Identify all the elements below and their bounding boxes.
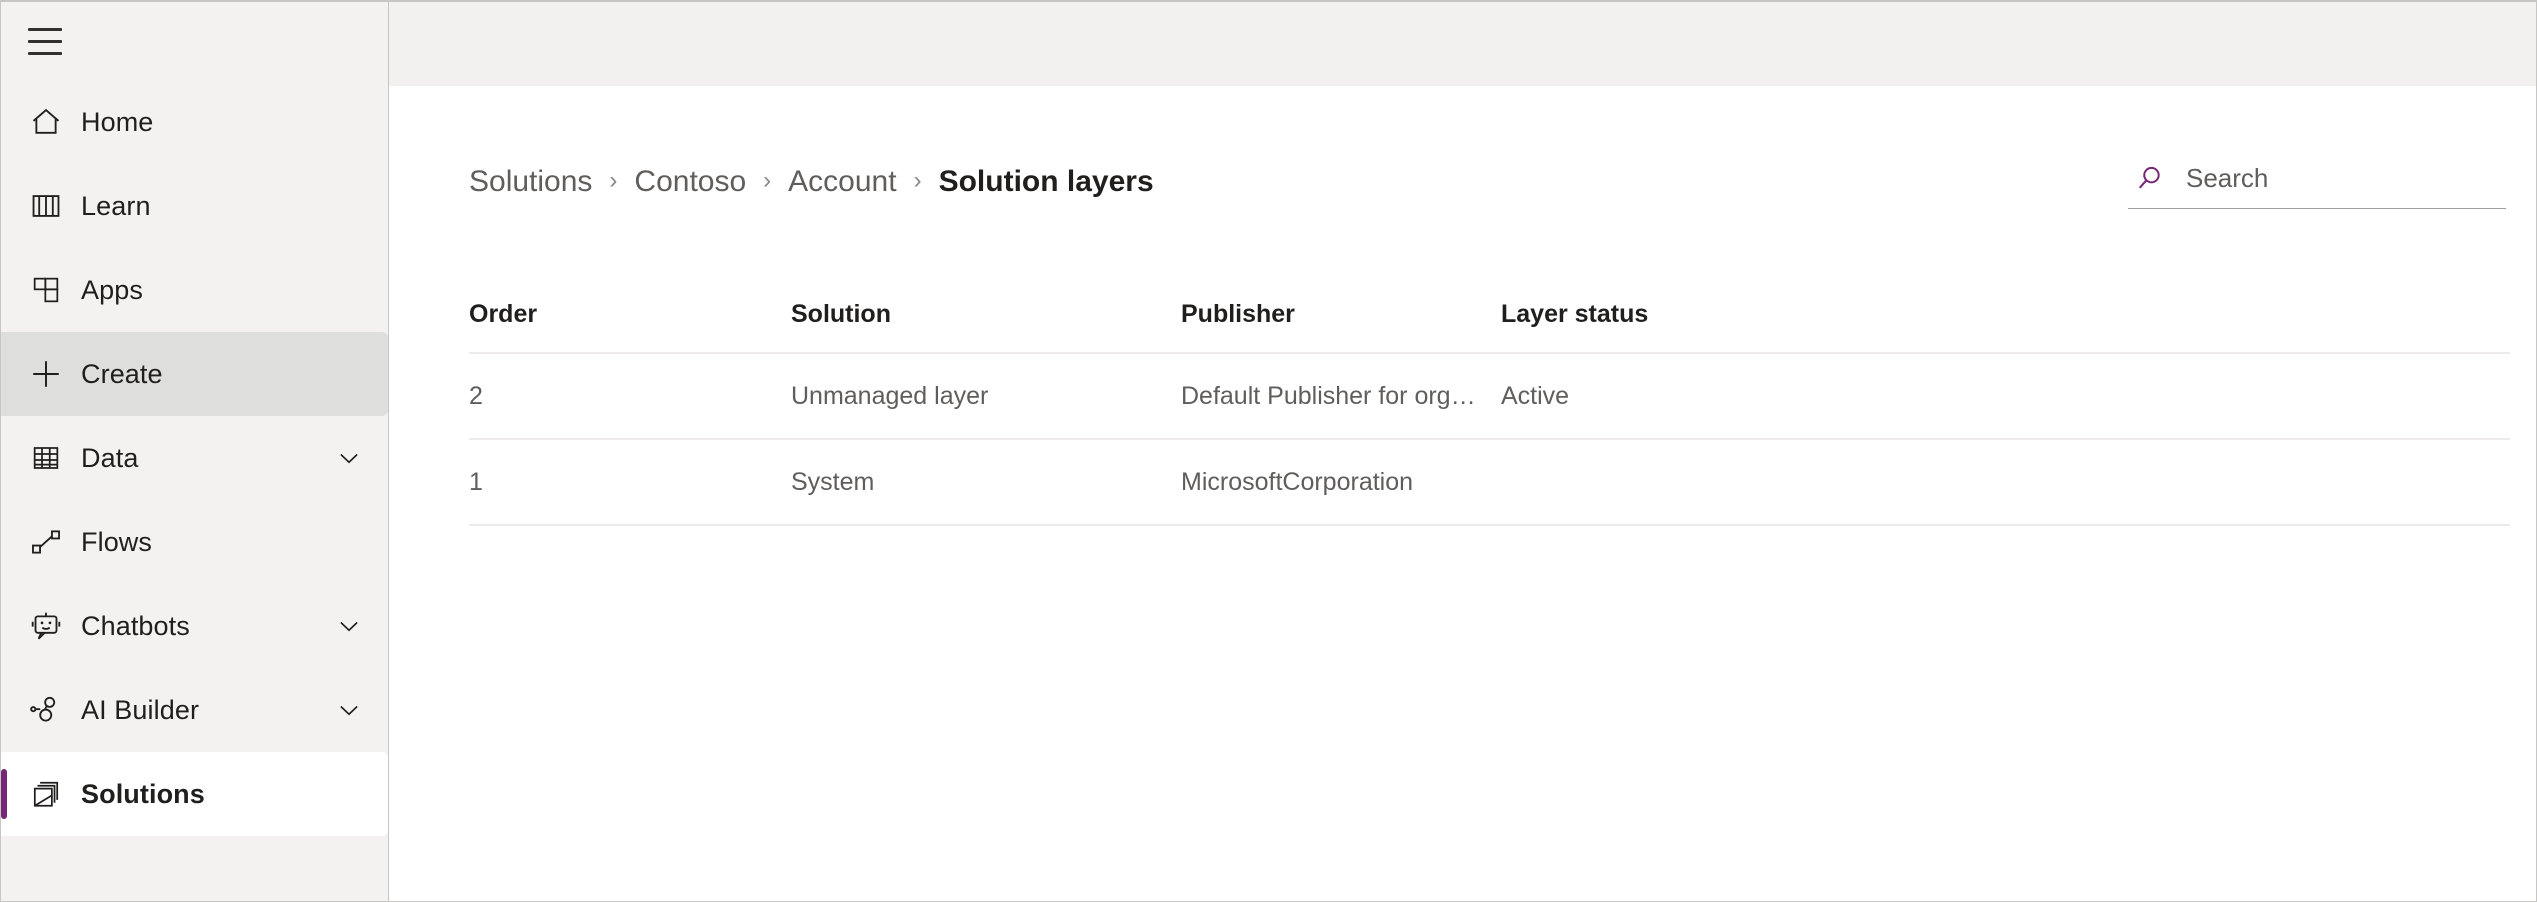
cell-publisher: MicrosoftCorporation (1181, 468, 1501, 497)
solution-layers-table: Order Solution Publisher Layer status 2 … (389, 276, 2536, 526)
column-header-solution[interactable]: Solution (791, 300, 1181, 329)
flow-icon (23, 525, 69, 559)
robot-icon (23, 609, 69, 643)
search-input[interactable] (2172, 159, 2506, 198)
table-row[interactable]: 2 Unmanaged layer Default Publisher for … (469, 354, 2510, 440)
nav-list: Home Learn (1, 80, 388, 836)
left-navigation-sidebar: Home Learn (1, 2, 389, 901)
book-icon (23, 189, 69, 223)
sidebar-item-chatbots[interactable]: Chatbots (1, 584, 388, 668)
cell-solution: System (791, 468, 1181, 497)
breadcrumb-item-solutions[interactable]: Solutions (469, 165, 592, 198)
sidebar-item-label: Home (81, 109, 153, 136)
sidebar-item-label: Data (81, 445, 138, 472)
command-row: Solutions › Contoso › Account › Solution… (389, 86, 2536, 276)
chevron-right-icon: › (914, 167, 922, 195)
app-header-bar (389, 2, 2536, 86)
sidebar-item-label: Flows (81, 529, 152, 556)
app-window: Home Learn (0, 0, 2537, 902)
solutions-icon (23, 778, 69, 810)
sidebar-item-create[interactable]: Create (1, 332, 388, 416)
search-box[interactable] (2128, 159, 2506, 209)
home-icon (23, 105, 69, 139)
cell-order: 1 (469, 468, 791, 497)
table-icon (23, 442, 69, 474)
column-header-order[interactable]: Order (469, 300, 791, 329)
chevron-down-icon[interactable] (334, 695, 364, 725)
chevron-down-icon[interactable] (334, 611, 364, 641)
cell-order: 2 (469, 382, 791, 411)
menu-icon[interactable] (19, 15, 71, 67)
breadcrumb-item-current: Solution layers (939, 165, 1154, 198)
sidebar-item-label: Apps (81, 277, 143, 304)
cell-solution: Unmanaged layer (791, 382, 1181, 411)
plus-icon (23, 356, 69, 392)
table-header-row: Order Solution Publisher Layer status (469, 276, 2510, 354)
menu-toggle-row (1, 2, 388, 80)
sidebar-item-label: Chatbots (81, 613, 190, 640)
chevron-right-icon: › (763, 167, 771, 195)
cell-layer-status: Active (1501, 382, 2510, 411)
chevron-right-icon: › (609, 167, 617, 195)
apps-grid-icon (23, 274, 69, 306)
sidebar-item-home[interactable]: Home (1, 80, 388, 164)
sidebar-item-flows[interactable]: Flows (1, 500, 388, 584)
sidebar-item-label: Create (81, 361, 163, 388)
sidebar-item-label: Learn (81, 193, 151, 220)
column-header-publisher[interactable]: Publisher (1181, 300, 1501, 329)
page-content: Solutions › Contoso › Account › Solution… (389, 86, 2536, 901)
ai-builder-icon (23, 693, 69, 727)
main-region: Solutions › Contoso › Account › Solution… (389, 2, 2536, 901)
sidebar-item-ai-builder[interactable]: AI Builder (1, 668, 388, 752)
breadcrumb-item-account[interactable]: Account (788, 165, 896, 198)
column-header-layer-status[interactable]: Layer status (1501, 300, 2510, 329)
sidebar-item-label: Solutions (81, 781, 205, 808)
sidebar-item-apps[interactable]: Apps (1, 248, 388, 332)
chevron-down-icon[interactable] (334, 443, 364, 473)
sidebar-item-data[interactable]: Data (1, 416, 388, 500)
breadcrumb-item-contoso[interactable]: Contoso (634, 165, 746, 198)
sidebar-item-solutions[interactable]: Solutions (1, 752, 388, 836)
breadcrumb: Solutions › Contoso › Account › Solution… (469, 165, 1154, 198)
table-row[interactable]: 1 System MicrosoftCorporation (469, 440, 2510, 526)
search-icon (2128, 163, 2172, 195)
sidebar-item-learn[interactable]: Learn (1, 164, 388, 248)
cell-publisher: Default Publisher for orgbe1fed61 (1181, 382, 1501, 411)
sidebar-item-label: AI Builder (81, 697, 199, 724)
